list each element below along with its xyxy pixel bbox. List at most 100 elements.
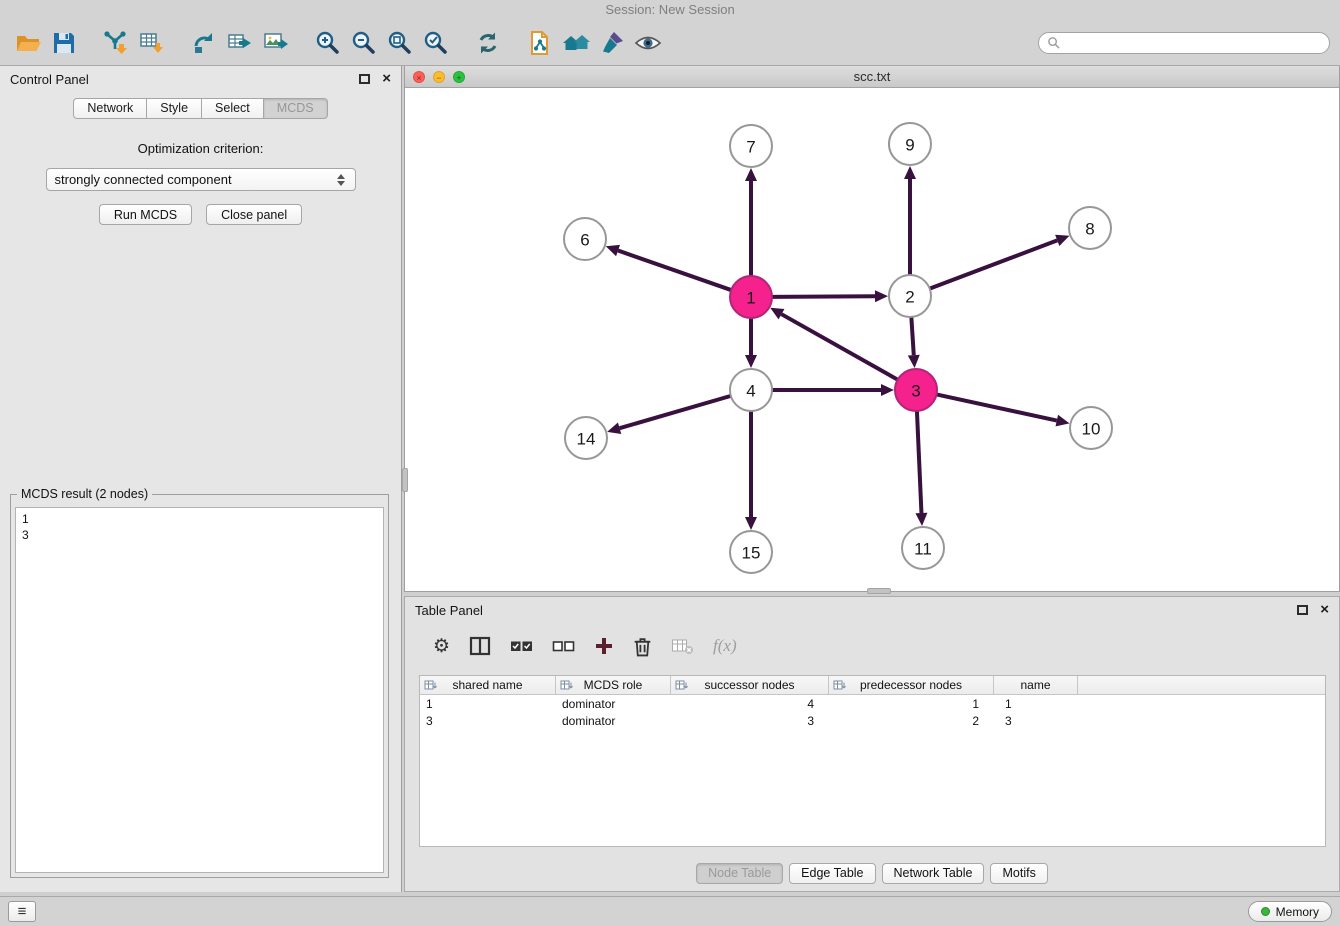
- graph-edge-2-3[interactable]: [911, 317, 913, 355]
- show-details-button[interactable]: [630, 25, 666, 61]
- export-image-button[interactable]: [258, 25, 294, 61]
- main-toolbar: [0, 20, 1340, 66]
- table-row[interactable]: 3 dominator 3 2 3: [420, 712, 1325, 729]
- refresh-layout-button[interactable]: [470, 25, 506, 61]
- graph-node-label-14: 14: [577, 430, 596, 449]
- tab-select[interactable]: Select: [202, 98, 264, 119]
- graph-edge-arrowhead: [915, 513, 927, 526]
- column-type-icon: [560, 680, 573, 691]
- panel-menu-button[interactable]: ≡: [8, 901, 36, 922]
- mcds-result-list[interactable]: 1 3: [15, 507, 384, 873]
- home-view-button[interactable]: [558, 25, 594, 61]
- memory-status-dot: [1261, 907, 1270, 916]
- table-panel-title: Table Panel: [415, 603, 483, 618]
- memory-label: Memory: [1276, 905, 1319, 919]
- graph-edge-3-1[interactable]: [781, 314, 897, 380]
- result-line: 1: [22, 511, 377, 527]
- network-view-window: × − + scc.txt 7968124314101511: [404, 66, 1340, 592]
- new-network-button[interactable]: [522, 25, 558, 61]
- splitter-handle-horizontal[interactable]: [867, 588, 891, 594]
- control-panel-header: Control Panel ×: [0, 66, 401, 92]
- network-graph-svg[interactable]: 7968124314101511: [405, 88, 1339, 591]
- close-table-panel-icon[interactable]: ×: [1320, 603, 1329, 617]
- graph-node-label-10: 10: [1082, 420, 1101, 439]
- mcds-result-title: MCDS result (2 nodes): [17, 487, 152, 501]
- zoom-selected-icon: [422, 29, 450, 57]
- close-panel-button[interactable]: Close panel: [206, 204, 302, 225]
- column-header-shared-name[interactable]: shared name: [420, 676, 556, 694]
- column-type-icon: [424, 680, 437, 691]
- column-header-successor-nodes[interactable]: successor nodes: [671, 676, 829, 694]
- delete-column-trash-icon[interactable]: [633, 636, 652, 657]
- memory-button[interactable]: Memory: [1248, 901, 1332, 922]
- graph-edge-3-11[interactable]: [917, 411, 922, 513]
- create-column-plus-icon[interactable]: [594, 636, 614, 656]
- graph-node-label-9: 9: [905, 136, 914, 155]
- tab-network[interactable]: Network: [73, 98, 147, 119]
- select-all-columns-icon[interactable]: [510, 638, 533, 654]
- graph-edge-arrowhead: [875, 290, 888, 302]
- zoom-fit-button[interactable]: [382, 25, 418, 61]
- graph-edge-3-10[interactable]: [937, 394, 1057, 420]
- unselect-all-columns-icon[interactable]: [552, 638, 575, 654]
- splitter-handle-vertical[interactable]: [402, 468, 408, 492]
- search-box[interactable]: [1038, 32, 1330, 54]
- float-table-panel-icon[interactable]: [1297, 605, 1308, 615]
- criterion-select[interactable]: strongly connected component: [46, 168, 356, 191]
- open-session-button[interactable]: [10, 25, 46, 61]
- tab-style[interactable]: Style: [147, 98, 202, 119]
- column-header-predecessor-nodes[interactable]: predecessor nodes: [829, 676, 994, 694]
- zoom-out-button[interactable]: [346, 25, 382, 61]
- control-panel: Control Panel × Network Style Select MCD…: [0, 66, 402, 892]
- run-mcds-button[interactable]: Run MCDS: [99, 204, 192, 225]
- export-table-button[interactable]: [222, 25, 258, 61]
- tab-network-table[interactable]: Network Table: [882, 863, 985, 884]
- style-brush-button[interactable]: [594, 25, 630, 61]
- mcds-result-box: MCDS result (2 nodes) 1 3: [10, 494, 389, 878]
- graph-node-label-4: 4: [746, 382, 755, 401]
- export-table-icon: [226, 29, 254, 57]
- refresh-icon: [474, 29, 502, 57]
- traffic-maximize-icon[interactable]: +: [453, 71, 465, 83]
- tab-motifs[interactable]: Motifs: [990, 863, 1047, 884]
- zoom-selected-button[interactable]: [418, 25, 454, 61]
- float-panel-icon[interactable]: [359, 74, 370, 84]
- import-table-button[interactable]: [134, 25, 170, 61]
- tab-edge-table[interactable]: Edge Table: [789, 863, 875, 884]
- graph-edge-arrowhead: [745, 355, 757, 368]
- graph-edge-1-2[interactable]: [772, 296, 875, 297]
- show-columns-icon[interactable]: [469, 636, 491, 656]
- menu-icon: ≡: [18, 903, 27, 920]
- table-settings-gear-icon[interactable]: ⚙: [433, 637, 450, 656]
- search-input[interactable]: [1064, 35, 1321, 51]
- graph-edge-4-14[interactable]: [620, 396, 731, 428]
- graph-node-label-6: 6: [580, 231, 589, 250]
- table-panel: Table Panel × ⚙ f(x) shared name: [404, 596, 1340, 892]
- zoom-in-button[interactable]: [310, 25, 346, 61]
- control-panel-title: Control Panel: [10, 72, 89, 87]
- result-line: 3: [22, 527, 377, 543]
- tab-mcds[interactable]: MCDS: [264, 98, 328, 119]
- import-network-button[interactable]: [98, 25, 134, 61]
- export-network-button[interactable]: [186, 25, 222, 61]
- traffic-minimize-icon[interactable]: −: [433, 71, 445, 83]
- table-row[interactable]: 1 dominator 4 1 1: [420, 695, 1325, 712]
- traffic-close-icon[interactable]: ×: [413, 71, 425, 83]
- graph-edge-2-8[interactable]: [930, 240, 1058, 288]
- cell-shared-name: 1: [420, 697, 556, 711]
- network-canvas[interactable]: 7968124314101511: [405, 88, 1339, 591]
- graph-edge-1-6[interactable]: [618, 251, 731, 291]
- network-window-titlebar[interactable]: × − + scc.txt: [405, 66, 1339, 88]
- cell-predecessor-nodes: 1: [829, 697, 994, 711]
- column-header-empty: [1078, 676, 1325, 694]
- cell-predecessor-nodes: 2: [829, 714, 994, 728]
- zoom-in-icon: [314, 29, 342, 57]
- column-header-name[interactable]: name: [994, 676, 1078, 694]
- tab-node-table[interactable]: Node Table: [696, 863, 783, 884]
- optimization-criterion-label: Optimization criterion:: [0, 141, 401, 156]
- save-session-button[interactable]: [46, 25, 82, 61]
- save-floppy-icon: [51, 30, 77, 56]
- column-header-mcds-role[interactable]: MCDS role: [556, 676, 671, 694]
- close-panel-icon[interactable]: ×: [382, 72, 391, 86]
- node-table[interactable]: shared name MCDS role successor nodes pr…: [419, 675, 1326, 847]
